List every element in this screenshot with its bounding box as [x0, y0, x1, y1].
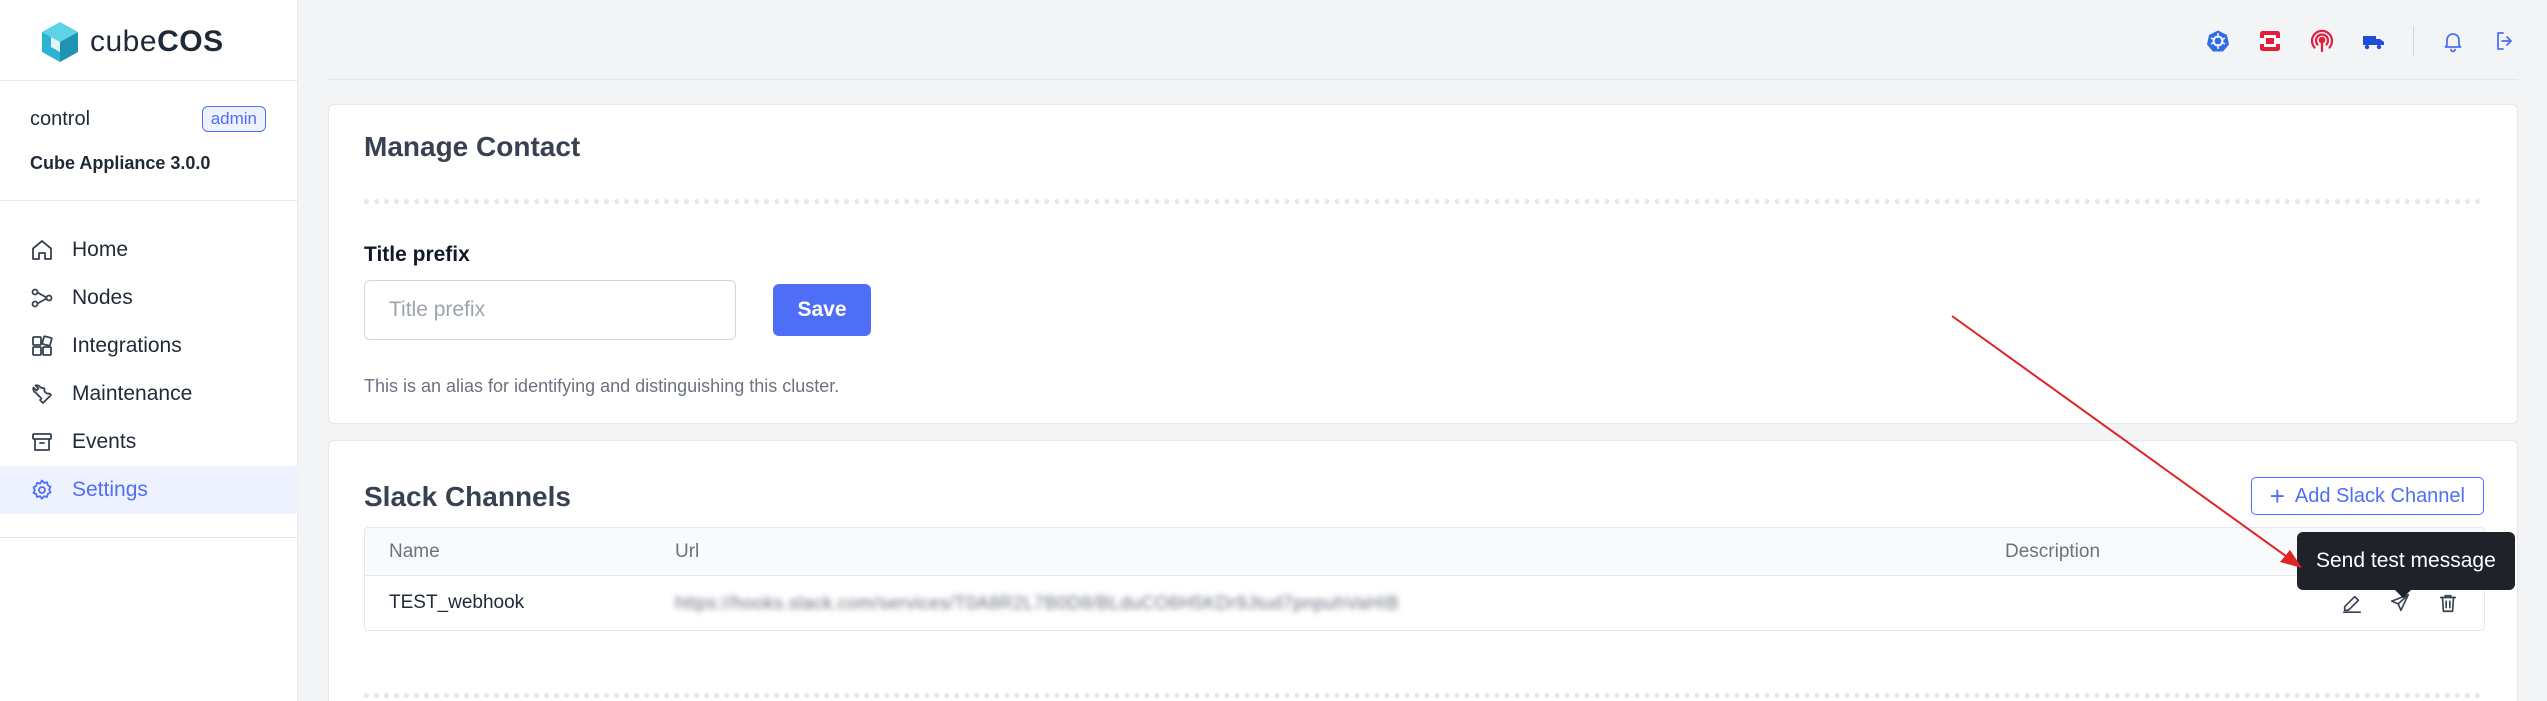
- podcast-button[interactable]: [2309, 28, 2335, 54]
- add-slack-channel-button[interactable]: + Add Slack Channel: [2250, 477, 2484, 515]
- sidebar-divider: [0, 537, 298, 538]
- integrations-icon: [32, 335, 53, 356]
- brand-name: cubeCOS: [90, 25, 224, 58]
- slack-channels-table: Name Url Description TEST_webhook https:…: [364, 527, 2485, 631]
- user-info: control admin: [30, 106, 266, 132]
- podcast-icon: [2310, 29, 2334, 53]
- brand-logo[interactable]: cubeCOS: [40, 20, 224, 64]
- slack-channels-card: Slack Channels + Add Slack Channel Name …: [328, 440, 2518, 701]
- openstack-button[interactable]: [2257, 28, 2283, 54]
- role-badge: admin: [201, 106, 266, 132]
- sidebar-item-events[interactable]: Events: [0, 418, 298, 466]
- appliance-version: Cube Appliance 3.0.0: [30, 153, 211, 173]
- sidebar-nav: Home Nodes Integrations Maintenance Even…: [0, 226, 298, 514]
- table-row: TEST_webhook https://hooks.slack.com/ser…: [365, 576, 2484, 630]
- kubernetes-icon: [2207, 30, 2229, 52]
- sidebar-item-label: Maintenance: [72, 382, 193, 405]
- sidebar-item-home[interactable]: Home: [0, 226, 298, 274]
- truck-button[interactable]: [2361, 28, 2387, 54]
- wrench-icon: [32, 384, 52, 404]
- title-prefix-label: Title prefix: [364, 243, 470, 266]
- home-icon: [32, 240, 52, 260]
- send-test-message-tooltip: Send test message: [2297, 532, 2515, 598]
- column-header-name: Name: [389, 540, 440, 562]
- sidebar-item-label: Events: [72, 430, 137, 453]
- plus-icon: +: [2269, 481, 2285, 511]
- gear-icon: [32, 479, 52, 500]
- section-divider: [364, 693, 2482, 698]
- cube-logo-icon: [42, 22, 78, 62]
- table-header: Name Url Description: [365, 528, 2484, 576]
- archive-icon: [32, 433, 52, 451]
- manage-contact-title: Manage Contact: [364, 131, 581, 162]
- slack-channels-title: Slack Channels: [364, 481, 571, 512]
- bell-icon: [2444, 33, 2462, 53]
- sidebar-item-settings[interactable]: Settings: [0, 466, 298, 514]
- title-prefix-input[interactable]: [364, 280, 736, 340]
- trash-icon: [2439, 594, 2457, 613]
- sidebar-divider: [0, 80, 298, 81]
- manage-contact-card: Manage Contact Title prefix Save This is…: [328, 104, 2518, 424]
- channel-name: TEST_webhook: [389, 592, 525, 613]
- channel-url: https://hooks.slack.com/services/T0A8R2L…: [675, 592, 1400, 613]
- delete-button[interactable]: [2436, 591, 2460, 615]
- column-header-url: Url: [675, 540, 700, 562]
- toolbar-divider: [2413, 26, 2414, 56]
- sidebar-item-integrations[interactable]: Integrations: [0, 322, 298, 370]
- pencil-icon: [2342, 595, 2362, 613]
- top-bar: [328, 0, 2518, 80]
- title-prefix-helper: This is an alias for identifying and dis…: [364, 376, 840, 396]
- section-divider: [364, 199, 2482, 204]
- kubernetes-button[interactable]: [2205, 28, 2231, 54]
- sidebar-item-label: Integrations: [72, 334, 182, 357]
- nodes-icon: [31, 288, 53, 308]
- sidebar-item-label: Nodes: [72, 286, 133, 309]
- sidebar-item-label: Home: [72, 238, 129, 261]
- truck-icon: [2363, 36, 2384, 50]
- sidebar-item-label: Settings: [72, 478, 148, 501]
- sidebar-item-nodes[interactable]: Nodes: [0, 274, 298, 322]
- save-button[interactable]: Save: [773, 284, 871, 336]
- logout-button[interactable]: [2492, 28, 2518, 54]
- notifications-button[interactable]: [2440, 28, 2466, 54]
- openstack-icon: [2260, 31, 2280, 51]
- user-name: control: [30, 107, 91, 130]
- column-header-description: Description: [2005, 540, 2101, 562]
- sidebar-item-maintenance[interactable]: Maintenance: [0, 370, 298, 418]
- edit-button[interactable]: [2340, 591, 2364, 615]
- logout-icon: [2497, 32, 2512, 50]
- add-slack-channel-label: Add Slack Channel: [2294, 484, 2465, 507]
- top-bar-actions: [2205, 26, 2518, 56]
- sidebar-divider: [0, 200, 298, 201]
- sidebar: cubeCOS control admin Cube Appliance 3.0…: [0, 0, 298, 701]
